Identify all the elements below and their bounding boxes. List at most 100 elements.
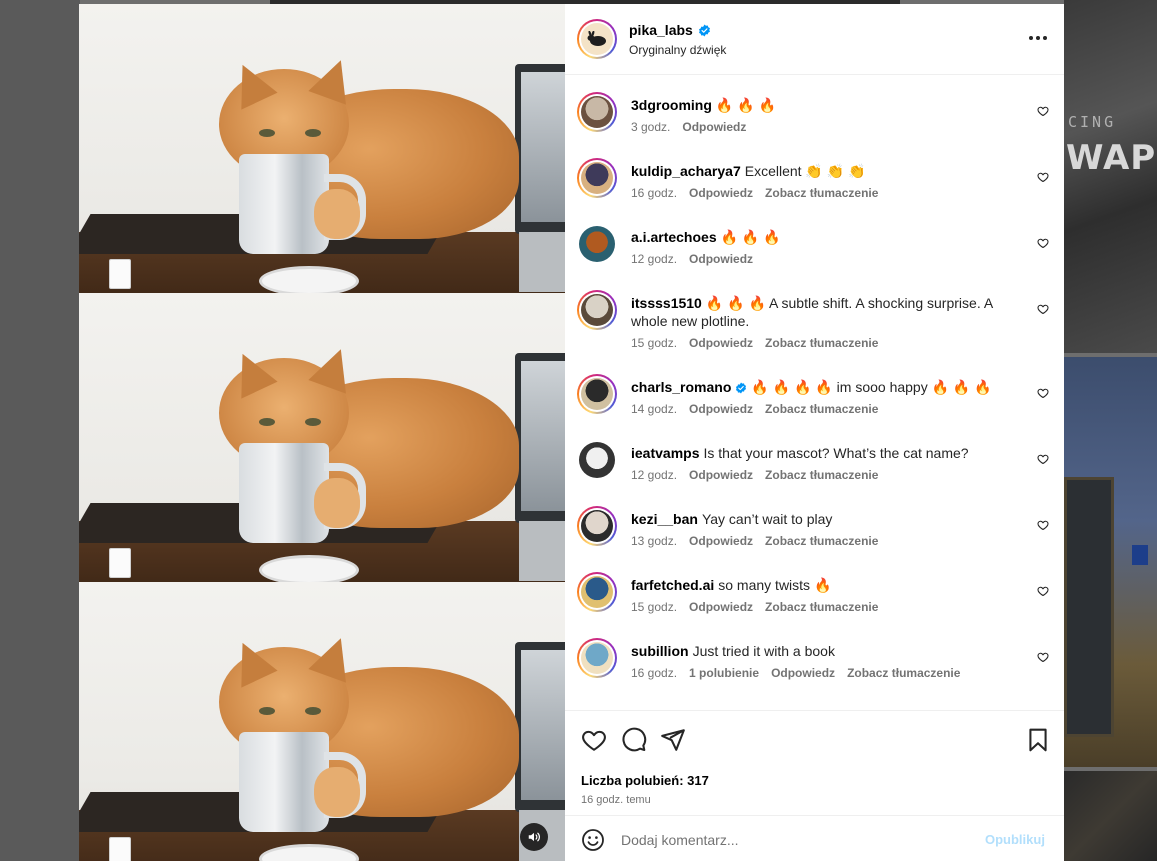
comment-like-icon[interactable] (1037, 584, 1051, 598)
comment-time[interactable]: 16 godz. (631, 186, 677, 200)
rabbit-logo-icon (587, 31, 606, 46)
reply-button[interactable]: Odpowiedz (689, 402, 753, 416)
post-video[interactable] (79, 4, 565, 861)
commenter-username[interactable]: kuldip_acharya7 (631, 163, 741, 179)
sound-toggle-button[interactable] (520, 823, 548, 851)
commenter-avatar[interactable] (577, 158, 617, 198)
comment-like-icon[interactable] (1037, 236, 1051, 250)
commenter-username[interactable]: kezi__ban (631, 511, 698, 527)
reply-button[interactable]: Odpowiedz (689, 336, 753, 350)
comment-time[interactable]: 15 godz. (631, 600, 677, 614)
comment-text: itssss1510 🔥 🔥 🔥 A subtle shift. A shocki… (631, 294, 1025, 330)
comment-like-icon[interactable] (1037, 518, 1051, 532)
background-card-right-2[interactable] (1064, 357, 1157, 767)
bookmark-icon[interactable] (1025, 727, 1051, 753)
comment-body: Yay can’t wait to play (701, 511, 833, 527)
verified-badge-icon (698, 24, 710, 36)
comment-like-icon[interactable] (1037, 650, 1051, 664)
comment-time[interactable]: 14 godz. (631, 402, 677, 416)
reply-button[interactable]: Odpowiedz (771, 666, 835, 680)
likes-count[interactable]: Liczba polubień: 317 (581, 773, 709, 788)
comment-row: subillion Just tried it with a book 16 god… (565, 628, 1064, 694)
comment-time[interactable]: 12 godz. (631, 468, 677, 482)
emoji-smile-icon[interactable] (581, 828, 605, 852)
publish-button[interactable]: Opublikuj (985, 832, 1045, 847)
commenter-username[interactable]: itssss1510 (631, 295, 702, 311)
commenter-username[interactable]: subillion (631, 643, 689, 659)
commenter-avatar[interactable] (577, 506, 617, 546)
commenter-username[interactable]: ieatvamps (631, 445, 699, 461)
reply-button[interactable]: Odpowiedz (689, 468, 753, 482)
translate-button[interactable]: Zobacz tłumaczenie (765, 186, 878, 200)
translate-button[interactable]: Zobacz tłumaczenie (765, 402, 878, 416)
background-card-right-1[interactable]: CING WAPS (1064, 0, 1157, 353)
comments-list[interactable]: 3dgrooming 🔥 🔥 🔥 3 godz. Odpowiedz kuldip_ac… (565, 76, 1064, 710)
comment-input[interactable] (621, 827, 961, 853)
comment-time[interactable]: 15 godz. (631, 336, 677, 350)
comment-time[interactable]: 13 godz. (631, 534, 677, 548)
video-frame (79, 4, 565, 293)
comment-like-icon[interactable] (1037, 386, 1051, 400)
post-timestamp[interactable]: 16 godz. temu (581, 794, 651, 806)
comment-row: ieatvamps Is that your mascot? What’s the… (565, 430, 1064, 496)
comment-meta: 16 godz. Odpowiedz Zobacz tłumaczenie (631, 186, 878, 200)
comment-body: 🔥 🔥 🔥 (715, 97, 776, 113)
comment-meta: 13 godz. Odpowiedz Zobacz tłumaczenie (631, 534, 878, 548)
commenter-avatar[interactable] (577, 572, 617, 612)
commenter-avatar[interactable] (577, 92, 617, 132)
comment-time[interactable]: 16 godz. (631, 666, 677, 680)
translate-button[interactable]: Zobacz tłumaczenie (847, 666, 960, 680)
commenter-avatar[interactable] (579, 442, 615, 478)
background-card-text-2: WAPS (1066, 138, 1157, 178)
commenter-avatar[interactable] (577, 290, 617, 330)
verified-badge-icon (735, 380, 747, 398)
translate-button[interactable]: Zobacz tłumaczenie (765, 600, 878, 614)
comment-meta: 16 godz. 1 polubienie Odpowiedz Zobacz tłum… (631, 666, 960, 680)
audio-label[interactable]: Oryginalny dźwięk (629, 43, 726, 57)
comment-body: 🔥 🔥 🔥 (720, 229, 781, 245)
comment-body: Is that your mascot? What’s the cat name… (703, 445, 969, 461)
commenter-avatar[interactable] (579, 226, 615, 262)
reply-button[interactable]: Odpowiedz (689, 252, 753, 266)
comment-row: kezi__ban Yay can’t wait to play 13 godz. O… (565, 496, 1064, 562)
reply-button[interactable]: Odpowiedz (689, 600, 753, 614)
paper-plane-icon[interactable] (660, 727, 686, 753)
commenter-username[interactable]: 3dgrooming (631, 97, 712, 113)
comment-time[interactable]: 3 godz. (631, 120, 670, 134)
author-avatar[interactable] (577, 19, 617, 59)
speaker-icon (528, 832, 540, 842)
comment-like-icon[interactable] (1037, 170, 1051, 184)
comment-row: farfetched.ai so many twists 🔥 15 godz. Odp… (565, 562, 1064, 628)
commenter-avatar[interactable] (577, 638, 617, 678)
reply-button[interactable]: Odpowiedz (689, 534, 753, 548)
more-options-button[interactable] (1023, 26, 1053, 50)
comment-text: kuldip_acharya7 Excellent 👏 👏 👏 (631, 162, 1025, 180)
comment-time[interactable]: 12 godz. (631, 252, 677, 266)
commenter-username[interactable]: farfetched.ai (631, 577, 714, 593)
background-card-right-3[interactable] (1064, 771, 1157, 861)
commenter-avatar[interactable] (577, 374, 617, 414)
more-dot (1036, 36, 1040, 40)
translate-button[interactable]: Zobacz tłumaczenie (765, 468, 878, 482)
comment-row: 3dgrooming 🔥 🔥 🔥 3 godz. Odpowiedz (565, 82, 1064, 148)
comment-like-icon[interactable] (1037, 302, 1051, 316)
translate-button[interactable]: Zobacz tłumaczenie (765, 534, 878, 548)
wall-outlet-shape (109, 837, 131, 861)
heart-icon[interactable] (581, 727, 607, 753)
commenter-username[interactable]: a.i.artechoes (631, 229, 717, 245)
post-side-panel: pika_labs Oryginalny dźwięk 3dgrooming 🔥 … (565, 4, 1064, 861)
comment-like-icon[interactable] (1037, 452, 1051, 466)
translate-button[interactable]: Zobacz tłumaczenie (765, 336, 878, 350)
comment-bubble-icon[interactable] (621, 727, 647, 753)
coaster-shape (259, 266, 359, 293)
post-actions: Liczba polubień: 317 16 godz. temu (565, 710, 1064, 815)
reply-button[interactable]: Odpowiedz (689, 186, 753, 200)
commenter-username[interactable]: charls_romano (631, 379, 731, 395)
reply-button[interactable]: Odpowiedz (682, 120, 746, 134)
author-username[interactable]: pika_labs (629, 22, 693, 38)
comment-row: a.i.artechoes 🔥 🔥 🔥 12 godz. Odpowiedz (565, 214, 1064, 280)
comment-meta: 12 godz. Odpowiedz (631, 252, 753, 266)
comment-meta: 15 godz. Odpowiedz Zobacz tłumaczenie (631, 336, 878, 350)
comment-like-icon[interactable] (1037, 104, 1051, 118)
comment-likes[interactable]: 1 polubienie (689, 666, 759, 680)
